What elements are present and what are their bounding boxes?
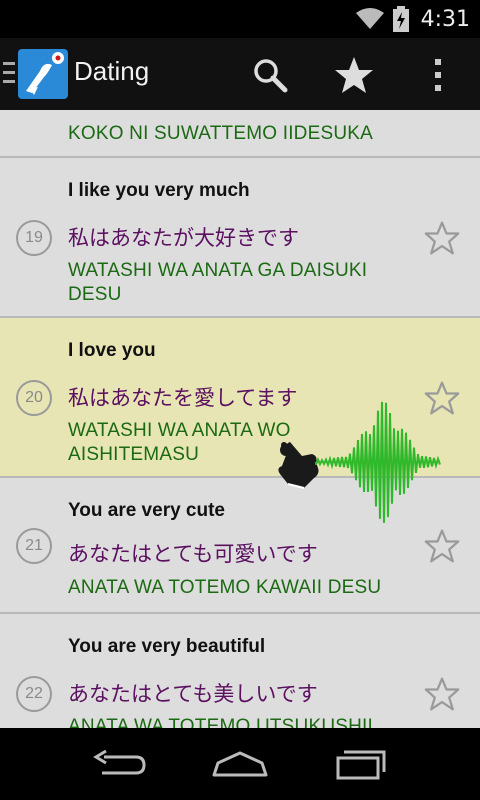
home-button[interactable] (204, 742, 276, 786)
romaji-text: KOKO NI SUWATTEMO IIDESUKA (68, 123, 374, 144)
search-icon (254, 59, 288, 93)
home-icon (212, 751, 268, 777)
favorites-button[interactable] (331, 52, 377, 98)
recent-apps-button[interactable] (324, 742, 396, 786)
overflow-menu-button[interactable] (415, 52, 461, 98)
status-icons: 4:31 (355, 0, 470, 38)
app-icon[interactable] (18, 49, 68, 99)
romaji-text: ANATA WA TOTEMO KAWAII DESU (68, 577, 382, 598)
bird-logo-icon (26, 52, 64, 95)
star-outline-icon[interactable] (424, 676, 460, 712)
navigation-bar (0, 728, 480, 800)
phrase-number-badge: 22 (16, 676, 52, 712)
english-text: You are very cute (68, 500, 226, 521)
back-icon (93, 749, 146, 775)
phrase-number-badge: 20 (16, 380, 52, 416)
romaji-text: WATASHI WA ANATA GA DAISUKI DESU (68, 260, 368, 305)
star-outline-icon[interactable] (424, 220, 460, 256)
phrase-number-badge: 21 (16, 528, 52, 564)
list-item[interactable]: KOKO NI SUWATTEMO IIDESUKA (0, 110, 480, 158)
english-text: You are very beautiful (68, 636, 266, 657)
english-text: I love you (68, 340, 156, 361)
english-text: I like you very much (68, 180, 250, 201)
phrase-number-badge: 19 (16, 220, 52, 256)
japanese-text: あなたはとても可愛いです (68, 542, 318, 566)
battery-charging-icon (392, 6, 409, 32)
list-item[interactable]: You are very beautiful 22 あなたはとても美しいです A… (0, 614, 480, 728)
star-outline-icon[interactable] (424, 380, 460, 416)
romaji-text: WATASHI WA ANATA WO AISHITEMASU (68, 420, 291, 465)
list-item[interactable]: You are very cute 21 あなたはとても可愛いです ANATA … (0, 478, 480, 614)
wifi-icon (355, 8, 384, 29)
status-bar: 4:31 (0, 0, 480, 38)
japanese-text: 私はあなたを愛してます (68, 386, 298, 410)
romaji-text: ANATA WA TOTEMO UTSUKUSHII (68, 716, 374, 728)
more-vert-icon (435, 59, 441, 91)
japanese-text: あなたはとても美しいです (68, 682, 318, 706)
app-title: Dating (74, 56, 150, 86)
list-item[interactable]: I like you very much 19 私はあなたが大好きです WATA… (0, 158, 480, 318)
back-button[interactable] (84, 742, 156, 786)
status-time: 4:31 (420, 6, 470, 32)
phrase-list[interactable]: KOKO NI SUWATTEMO IIDESUKA I like you ve… (0, 110, 480, 728)
action-bar: Dating (0, 38, 480, 110)
drawer-indicator-icon[interactable] (3, 62, 15, 84)
star-filled-icon (335, 57, 373, 93)
star-outline-icon[interactable] (424, 528, 460, 564)
search-button[interactable] (247, 52, 293, 98)
list-item-selected[interactable]: I love you 20 私はあなたを愛してます WATASHI WA ANA… (0, 318, 480, 478)
japanese-text: 私はあなたが大好きです (68, 226, 299, 250)
recent-apps-icon (336, 750, 386, 780)
